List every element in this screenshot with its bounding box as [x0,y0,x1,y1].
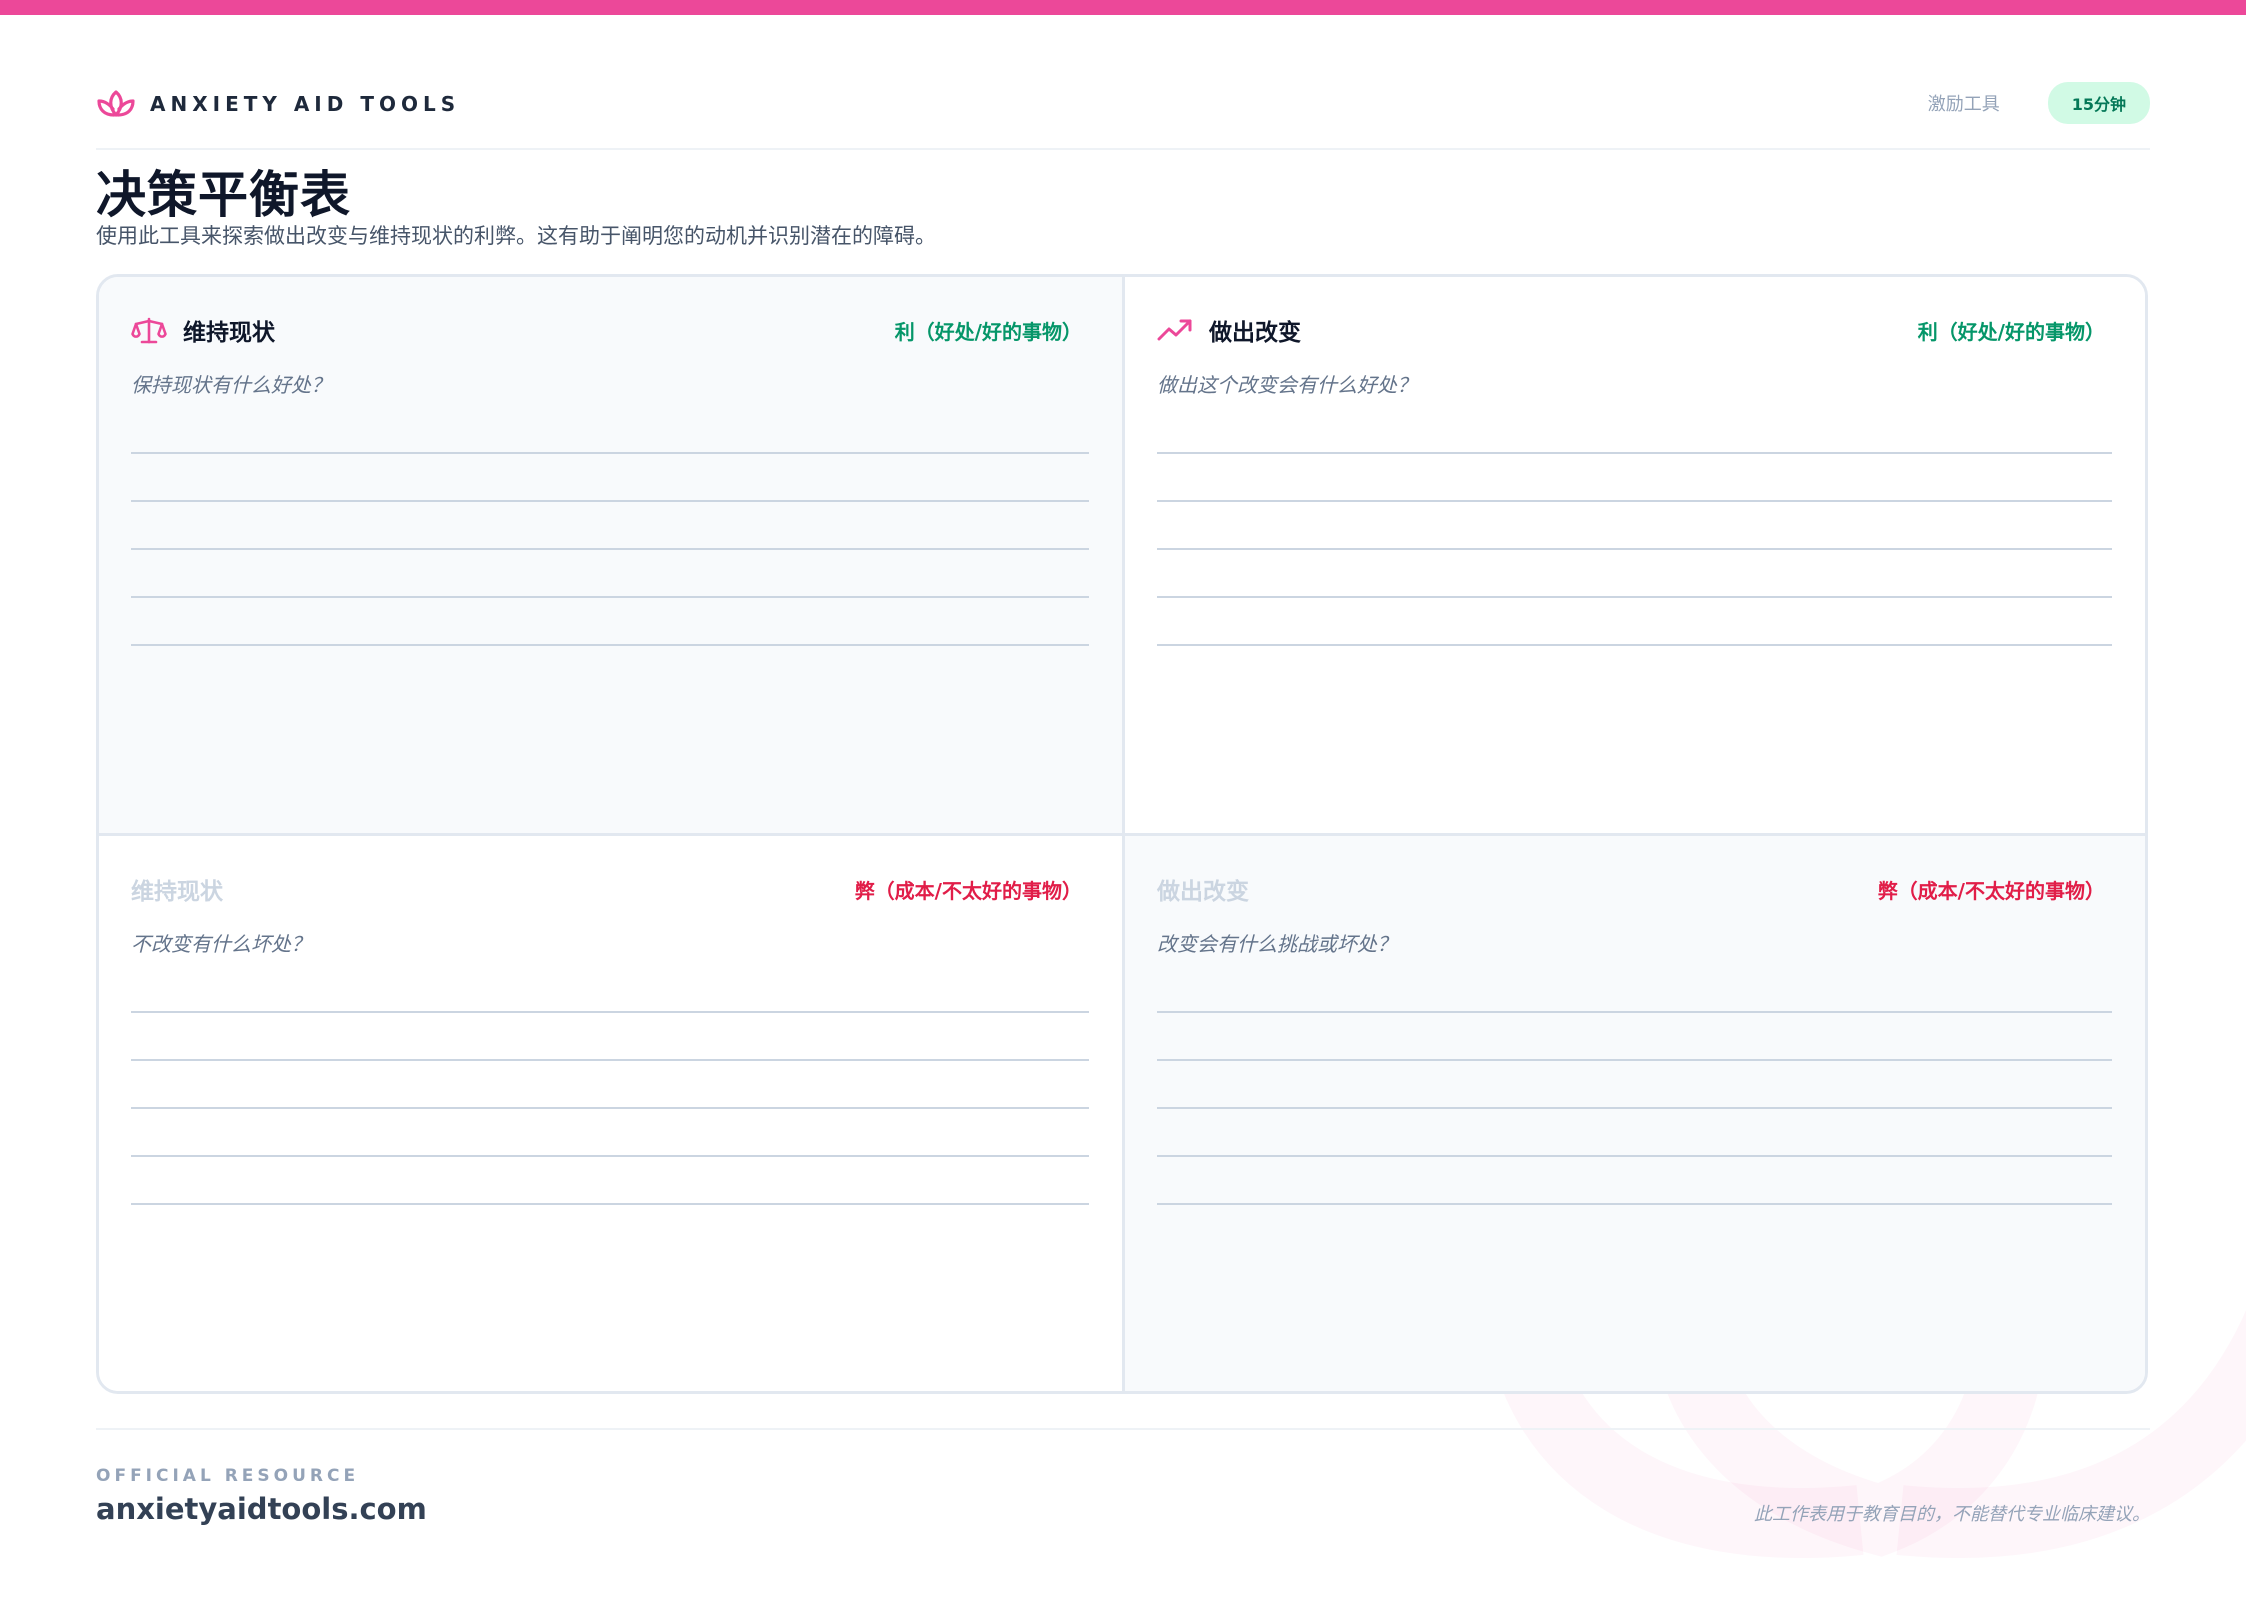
writing-line[interactable] [131,1202,1089,1205]
quadrant-change-pros: 做出改变 利（好处/好的事物） 做出这个改变会有什么好处？ [1125,277,2145,833]
footer-url[interactable]: anxietyaidtools.com [96,1492,427,1526]
writing-line[interactable] [131,452,1089,454]
top-accent-bar [0,0,2246,15]
writing-line[interactable] [1157,1154,2112,1157]
footer-divider [96,1428,2150,1430]
writing-line[interactable] [1157,1058,2112,1061]
writing-line[interactable] [1157,595,2112,598]
writing-lines[interactable] [1157,1011,2112,1251]
writing-line[interactable] [1157,547,2112,550]
quadrant-status-quo-cons: 维持现状 弊（成本/不太好的事物） 不改变有什么坏处？ [99,836,1122,1391]
quadrant-title: 维持现状 [131,879,223,905]
header-divider [96,148,2150,150]
pros-tag: 利（好处/好的事物） [1917,319,2105,344]
writing-line[interactable] [131,643,1089,646]
footer-disclaimer: 此工作表用于教育目的，不能替代专业临床建议。 [1754,1504,2150,1525]
writing-line[interactable] [1157,499,2112,502]
writing-line[interactable] [1157,1202,2112,1205]
brand-name: ANXIETY AID TOOLS [150,92,461,116]
header-meta: 激励工具 15分钟 [1927,82,2150,124]
writing-line[interactable] [131,1011,1089,1013]
writing-lines[interactable] [1157,452,2112,692]
writing-line[interactable] [1157,643,2112,646]
writing-lines[interactable] [131,1011,1089,1251]
writing-line[interactable] [131,547,1089,550]
quadrant-header: 做出改变 弊（成本/不太好的事物） [1157,872,2105,906]
writing-line[interactable] [131,1058,1089,1061]
quadrant-header: 维持现状 弊（成本/不太好的事物） [131,872,1082,906]
quadrant-title: 维持现状 [183,320,275,346]
quadrant-change-cons: 做出改变 弊（成本/不太好的事物） 改变会有什么挑战或坏处？ [1125,836,2145,1391]
quadrant-title: 做出改变 [1209,320,1301,346]
category-label: 激励工具 [1927,94,2000,115]
writing-lines[interactable] [131,452,1089,692]
writing-line[interactable] [131,595,1089,598]
writing-line[interactable] [1157,1011,2112,1013]
quadrant-header: 做出改变 利（好处/好的事物） [1157,313,2105,347]
page-subtitle: 使用此工具来探索做出改变与维持现状的利弊。这有助于阐明您的动机并识别潜在的障碍。 [96,224,936,248]
duration-badge: 15分钟 [2047,82,2150,124]
pros-tag: 利（好处/好的事物） [894,319,1082,344]
quadrant-title: 做出改变 [1157,879,1249,905]
page-title: 决策平衡表 [96,166,351,224]
quadrant-prompt: 做出这个改变会有什么好处？ [1157,373,1417,397]
footer-label: OFFICIAL RESOURCE [96,1466,360,1486]
trending-up-icon [1157,319,1192,341]
brand: ANXIETY AID TOOLS [96,86,460,122]
quadrant-status-quo-pros: 维持现状 利（好处/好的事物） 保持现状有什么好处？ [99,277,1122,833]
cons-tag: 弊（成本/不太好的事物） [1877,878,2105,903]
writing-line[interactable] [131,499,1089,502]
scale-icon [131,317,167,344]
quadrant-prompt: 改变会有什么挑战或坏处？ [1157,932,1397,956]
grid-horizontal-divider [99,833,2145,836]
writing-line[interactable] [1157,1106,2112,1109]
writing-line[interactable] [131,1106,1089,1109]
cons-tag: 弊（成本/不太好的事物） [854,878,1082,903]
quadrant-prompt: 不改变有什么坏处？ [131,932,311,956]
decision-balance-grid: 维持现状 利（好处/好的事物） 保持现状有什么好处？ 做出改变 利（好处/好的事… [96,274,2148,1394]
lotus-icon [97,90,135,117]
quadrant-header: 维持现状 利（好处/好的事物） [131,313,1082,347]
writing-line[interactable] [1157,452,2112,454]
writing-line[interactable] [131,1154,1089,1157]
quadrant-prompt: 保持现状有什么好处？ [131,373,331,397]
